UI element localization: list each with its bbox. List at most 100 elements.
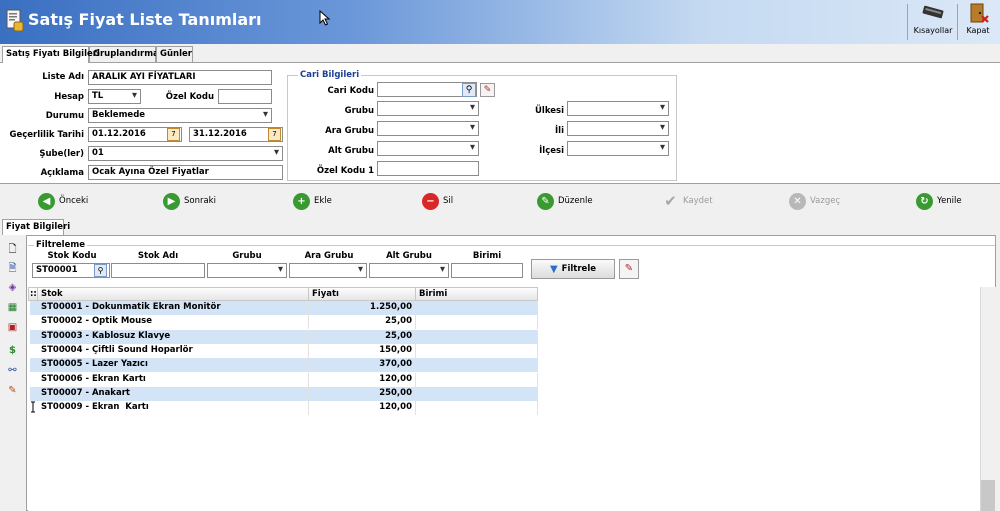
cell-birim xyxy=(416,301,538,315)
document-list-icon[interactable]: 🗎 xyxy=(6,262,19,275)
vazgec-button[interactable]: ✕ Vazgeç xyxy=(789,192,840,210)
report-icon[interactable]: ▣ xyxy=(6,321,19,334)
table-row[interactable]: ST00002 - Optik Mouse 25,00 xyxy=(30,315,538,330)
vazgec-label: Vazgeç xyxy=(810,196,841,206)
duzenle-button[interactable]: ✎ Düzenle xyxy=(537,192,593,210)
cell-fiyat: 370,00 xyxy=(309,358,416,373)
table-row[interactable]: ST00004 - Çiftli Sound Hoparlör 150,00 xyxy=(30,343,538,358)
table-row[interactable]: ST00005 - Lazer Yazıcı 370,00 xyxy=(30,358,538,373)
keyboard-icon xyxy=(922,5,944,19)
table-row[interactable]: ST00003 - Kablosuz Klavye 25,00 xyxy=(30,329,538,344)
dollar-icon[interactable]: $ xyxy=(6,344,19,357)
cari-ara-grubu-select[interactable] xyxy=(377,121,479,136)
shortcuts-button[interactable]: Kısayollar xyxy=(910,2,956,42)
ili-select[interactable] xyxy=(567,121,669,136)
grid-header-stok[interactable]: Stok xyxy=(38,287,309,301)
filtrele-label: Filtrele xyxy=(561,264,597,274)
ili-label: İli xyxy=(555,126,564,136)
ekle-button[interactable]: + Ekle xyxy=(293,192,332,210)
clear-filter-icon[interactable]: ✎ xyxy=(619,259,639,279)
cell-fiyat: 120,00 xyxy=(309,372,416,387)
grid-vertical-scrollbar[interactable] xyxy=(980,287,996,511)
filter-header-alt-grubu: Alt Grubu xyxy=(386,251,432,261)
excel-icon[interactable]: ▦ xyxy=(6,301,19,314)
table-row[interactable]: ST00009 - Ekran Kartı 120,00 xyxy=(30,401,538,416)
close-button[interactable]: Kapat xyxy=(960,2,996,42)
edit-icon: ✎ xyxy=(537,192,554,210)
ilcesi-label: İlçesi xyxy=(539,146,564,156)
header-separator xyxy=(957,4,958,40)
filter-grubu-select[interactable] xyxy=(207,263,287,278)
cell-birim xyxy=(416,372,538,387)
calendar-icon[interactable]: 7 xyxy=(268,128,281,141)
kaydet-button[interactable]: ✔ Kaydet xyxy=(662,192,713,210)
new-document-icon[interactable]: 🗋 xyxy=(6,243,19,256)
filter-stok-adi-input[interactable] xyxy=(111,263,205,278)
filter-alt-grubu-select[interactable] xyxy=(369,263,449,278)
grid-header-fiyati[interactable]: Fiyatı xyxy=(309,287,416,301)
search-icon[interactable]: ⚲ xyxy=(94,264,107,277)
sil-button[interactable]: − Sil xyxy=(422,192,453,210)
pencil-icon[interactable]: ✎ xyxy=(6,384,19,397)
cell-stok: ST00009 - Ekran Kartı xyxy=(38,401,309,416)
filter-birimi-input[interactable] xyxy=(451,263,523,278)
filtrele-button[interactable]: ▼ Filtrele xyxy=(531,259,615,279)
binoculars-icon[interactable]: ⚯ xyxy=(6,364,19,377)
scrollbar-thumb[interactable] xyxy=(981,480,995,511)
aciklama-input[interactable]: Ocak Ayına Özel Fiyatlar xyxy=(88,165,283,180)
filter-ara-grubu-select[interactable] xyxy=(289,263,367,278)
tab-satis-fiyati[interactable]: Satış Fiyatı Bilgileri xyxy=(2,46,100,63)
cell-stok: ST00004 - Çiftli Sound Hoparlör xyxy=(38,343,309,358)
text-cursor-icon xyxy=(31,401,35,413)
ulkesi-select[interactable] xyxy=(567,101,669,116)
tags-icon[interactable]: ◈ xyxy=(6,281,19,294)
onceki-button[interactable]: ◀ Önceki xyxy=(38,192,88,210)
filter-header-grubu: Grubu xyxy=(232,251,262,261)
cell-birim xyxy=(416,343,538,358)
tab-gunler[interactable]: Günler xyxy=(156,46,193,62)
subeler-select[interactable]: 01 xyxy=(88,146,283,161)
table-row[interactable]: ST00006 - Ekran Kartı 120,00 xyxy=(30,372,538,387)
cari-ozel-kodu-1-label: Özel Kodu 1 xyxy=(316,166,374,176)
ilcesi-select[interactable] xyxy=(567,141,669,156)
cell-fiyat: 120,00 xyxy=(309,401,416,416)
sonraki-button[interactable]: ▶ Sonraki xyxy=(163,192,216,210)
liste-adi-label: Liste Adı xyxy=(42,72,84,82)
cell-stok: ST00003 - Kablosuz Klavye xyxy=(38,329,309,344)
hesap-select[interactable]: TL xyxy=(88,89,141,104)
person-search-icon[interactable]: ⚲ xyxy=(462,83,476,97)
cari-alt-grubu-label: Alt Grubu xyxy=(328,146,374,156)
onceki-label: Önceki xyxy=(59,196,89,206)
table-row[interactable]: ST00001 - Dokunmatik Ekran Monitör 1.250,… xyxy=(30,301,538,315)
cell-birim xyxy=(416,329,538,344)
header-separator xyxy=(907,4,908,40)
sonraki-label: Sonraki xyxy=(184,196,216,206)
cell-fiyat: 150,00 xyxy=(309,343,416,358)
cell-fiyat: 250,00 xyxy=(309,386,416,401)
durumu-select[interactable]: Beklemede xyxy=(88,108,272,123)
ozel-kodu-input[interactable] xyxy=(218,89,272,104)
cari-ara-grubu-label: Ara Grubu xyxy=(325,126,374,136)
filter-header-ara-grubu: Ara Grubu xyxy=(304,251,354,261)
table-row[interactable]: ST00007 - Anakart 250,00 xyxy=(30,386,538,401)
cari-grubu-select[interactable] xyxy=(377,101,479,116)
exit-door-icon xyxy=(970,3,989,23)
arrow-right-icon: ▶ xyxy=(163,192,180,210)
yenile-label: Yenile xyxy=(937,196,962,206)
eraser-icon[interactable]: ✎ xyxy=(480,83,495,97)
grid-header-birimi[interactable]: Birimi xyxy=(416,287,538,301)
cari-ozel-kodu-1-input[interactable] xyxy=(377,161,479,176)
cell-stok: ST00007 - Anakart xyxy=(38,386,309,401)
tab-fiyat-bilgileri[interactable]: Fiyat Bilgileri xyxy=(2,219,70,235)
shortcuts-label: Kısayollar xyxy=(913,26,953,35)
subeler-label: Şube(ler) xyxy=(39,149,84,159)
cell-fiyat: 1.250,00 xyxy=(309,301,416,315)
cari-alt-grubu-select[interactable] xyxy=(377,141,479,156)
cell-birim xyxy=(416,358,538,373)
filter-header-birimi: Birimi xyxy=(472,251,502,261)
calendar-icon[interactable]: 7 xyxy=(167,128,180,141)
checkmark-icon: ✔ xyxy=(664,192,677,210)
yenile-button[interactable]: ↻ Yenile xyxy=(916,192,962,210)
liste-adi-input[interactable]: ARALIK AYI FİYATLARI xyxy=(88,70,272,85)
kaydet-label: Kaydet xyxy=(683,196,713,206)
